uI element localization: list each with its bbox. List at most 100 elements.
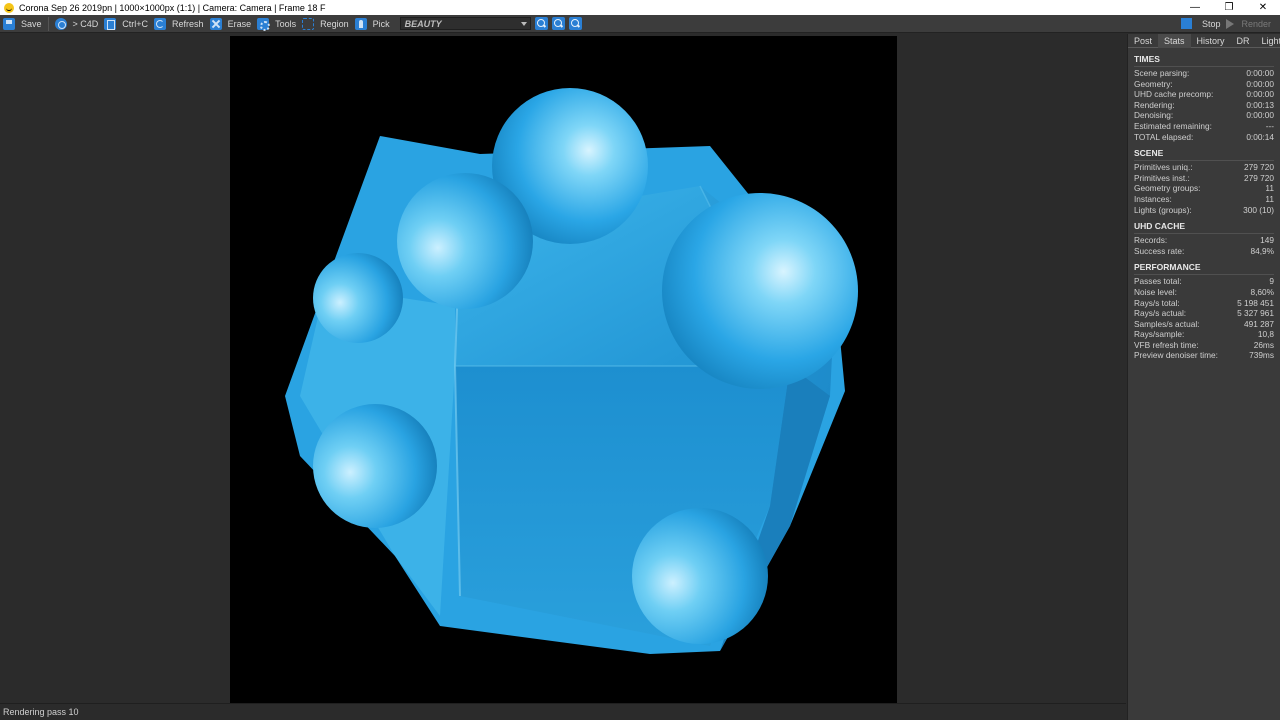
stat-label: Primitives inst.: bbox=[1134, 172, 1190, 183]
stat-value: 8,60% bbox=[1250, 286, 1274, 297]
stat-value: 0:00:13 bbox=[1246, 99, 1274, 110]
stat-row: Denoising: 0:00:00 bbox=[1134, 110, 1274, 121]
toolbar: Save > C4D Ctrl+C Refresh Erase Tools Re… bbox=[0, 15, 1280, 33]
stat-label: Rays/sample: bbox=[1134, 329, 1185, 340]
refresh-button[interactable]: Refresh bbox=[151, 15, 207, 33]
section-title: PERFORMANCE bbox=[1134, 262, 1274, 276]
stat-row: Instances: 11 bbox=[1134, 194, 1274, 205]
copy-label: Ctrl+C bbox=[122, 18, 149, 29]
stat-label: Preview denoiser time: bbox=[1134, 350, 1218, 361]
erase-icon bbox=[209, 17, 222, 30]
stats-section-times: TIMES Scene parsing: 0:00:00 Geometry: 0:00:… bbox=[1128, 54, 1280, 142]
save-label: Save bbox=[21, 18, 42, 29]
frame-buffer-viewport[interactable] bbox=[0, 34, 1126, 704]
stat-label: Geometry: bbox=[1134, 78, 1173, 89]
render-button[interactable]: Render bbox=[1223, 15, 1280, 33]
tools-label: Tools bbox=[275, 18, 297, 29]
channel-select-value: BEAUTY bbox=[404, 18, 442, 29]
save-icon bbox=[3, 17, 15, 30]
stat-label: Rendering: bbox=[1134, 99, 1175, 110]
toolbar-divider bbox=[47, 16, 49, 31]
stat-value: 26ms bbox=[1253, 339, 1274, 350]
stat-value: 279 720 bbox=[1244, 172, 1274, 183]
stat-value: 0:00:00 bbox=[1246, 89, 1274, 100]
maximize-button[interactable]: ❐ bbox=[1212, 0, 1246, 15]
stat-value: 0:00:00 bbox=[1246, 110, 1274, 121]
stat-row: Primitives inst.: 279 720 bbox=[1134, 173, 1274, 184]
tab-history[interactable]: History bbox=[1191, 34, 1231, 48]
stat-value: 11 bbox=[1265, 193, 1274, 204]
tab-lightmix[interactable]: LightMix bbox=[1256, 34, 1280, 48]
tab-dr[interactable]: DR bbox=[1231, 34, 1256, 48]
tools-button[interactable]: Tools bbox=[254, 15, 299, 33]
stat-row: UHD cache precomp: 0:00:00 bbox=[1134, 89, 1274, 100]
stat-row: Noise level: 8,60% bbox=[1134, 287, 1274, 298]
panel-tabs: Post Stats History DR LightMix bbox=[1128, 34, 1280, 48]
stat-row: Rays/s actual: 5 327 961 bbox=[1134, 308, 1274, 319]
pick-button[interactable]: Pick bbox=[352, 15, 393, 33]
stop-button[interactable]: Stop bbox=[1178, 15, 1224, 33]
stat-label: Passes total: bbox=[1134, 276, 1182, 287]
stat-value: --- bbox=[1265, 120, 1274, 131]
stat-value: 279 720 bbox=[1244, 162, 1274, 173]
c4d-icon bbox=[54, 17, 67, 30]
status-text: Rendering pass 10 bbox=[3, 707, 79, 717]
stat-label: Primitives uniq.: bbox=[1134, 162, 1193, 173]
tab-post[interactable]: Post bbox=[1128, 34, 1158, 48]
corona-logo-icon bbox=[4, 2, 14, 13]
stat-row: Rays/sample: 10,8 bbox=[1134, 329, 1274, 340]
stat-value: 300 (10) bbox=[1243, 204, 1274, 215]
zoom-out-icon[interactable] bbox=[551, 17, 565, 30]
stat-label: Geometry groups: bbox=[1134, 183, 1201, 194]
status-bar: Rendering pass 10 bbox=[0, 703, 1126, 720]
stat-label: TOTAL elapsed: bbox=[1134, 131, 1194, 142]
zoom-fit-icon[interactable] bbox=[568, 17, 582, 30]
minimize-button[interactable]: — bbox=[1178, 0, 1212, 15]
tab-stats[interactable]: Stats bbox=[1158, 34, 1191, 48]
pick-label: Pick bbox=[372, 18, 390, 29]
stat-row: Success rate: 84,9% bbox=[1134, 246, 1274, 257]
stat-value: 0:00:00 bbox=[1246, 68, 1274, 78]
stop-icon bbox=[1180, 18, 1192, 29]
chevron-down-icon bbox=[520, 22, 527, 26]
region-button[interactable]: Region bbox=[299, 15, 352, 33]
region-label: Region bbox=[320, 18, 349, 29]
send-to-c4d-button[interactable]: > C4D bbox=[52, 15, 102, 33]
refresh-label: Refresh bbox=[172, 18, 204, 29]
stat-value: 491 287 bbox=[1244, 318, 1274, 329]
channel-select[interactable]: BEAUTY bbox=[399, 17, 531, 30]
zoom-in-icon[interactable] bbox=[534, 17, 548, 30]
save-button[interactable]: Save bbox=[0, 15, 45, 33]
render-image[interactable] bbox=[230, 36, 897, 703]
stats-section-uhd-cache: UHD CACHE Records: 149 Success rate: 84,9% bbox=[1128, 221, 1280, 256]
stat-row: Samples/s actual: 491 287 bbox=[1134, 319, 1274, 330]
stat-value: 10,8 bbox=[1257, 329, 1274, 340]
stat-label: Lights (groups): bbox=[1134, 204, 1192, 215]
stat-row: Rendering: 0:00:13 bbox=[1134, 100, 1274, 111]
stat-value: 5 327 961 bbox=[1237, 308, 1274, 319]
stat-row: Estimated remaining: --- bbox=[1134, 121, 1274, 132]
stat-value: 0:00:14 bbox=[1246, 131, 1274, 142]
stat-row: Geometry groups: 11 bbox=[1134, 183, 1274, 194]
stat-label: Success rate: bbox=[1134, 245, 1185, 256]
stat-label: Noise level: bbox=[1134, 286, 1177, 297]
region-icon bbox=[302, 17, 315, 30]
stats-panel: Post Stats History DR LightMix TIMESScen… bbox=[1127, 34, 1280, 720]
section-title: TIMES bbox=[1134, 54, 1274, 67]
stat-row: Preview denoiser time: 739ms bbox=[1134, 350, 1274, 361]
stat-label: Samples/s actual: bbox=[1134, 318, 1200, 329]
c4d-label: > C4D bbox=[72, 18, 99, 29]
stats-section-performance: PERFORMANCE Passes total: 9 Noise level: 8,6… bbox=[1128, 262, 1280, 361]
stat-label: UHD cache precomp: bbox=[1134, 89, 1214, 100]
copy-button[interactable]: Ctrl+C bbox=[101, 15, 151, 33]
erase-button[interactable]: Erase bbox=[207, 15, 255, 33]
stat-label: Records: bbox=[1134, 235, 1168, 246]
close-button[interactable]: ✕ bbox=[1246, 0, 1280, 15]
stat-value: 0:00:00 bbox=[1246, 78, 1274, 89]
stat-row: TOTAL elapsed: 0:00:14 bbox=[1134, 132, 1274, 143]
stat-row: Rays/s total: 5 198 451 bbox=[1134, 298, 1274, 309]
stat-row: Records: 149 bbox=[1134, 235, 1274, 246]
erase-label: Erase bbox=[227, 18, 252, 29]
stat-row: Passes total: 9 bbox=[1134, 276, 1274, 287]
window-title: Corona Sep 26 2019pn | 1000×1000px (1:1)… bbox=[19, 2, 326, 13]
